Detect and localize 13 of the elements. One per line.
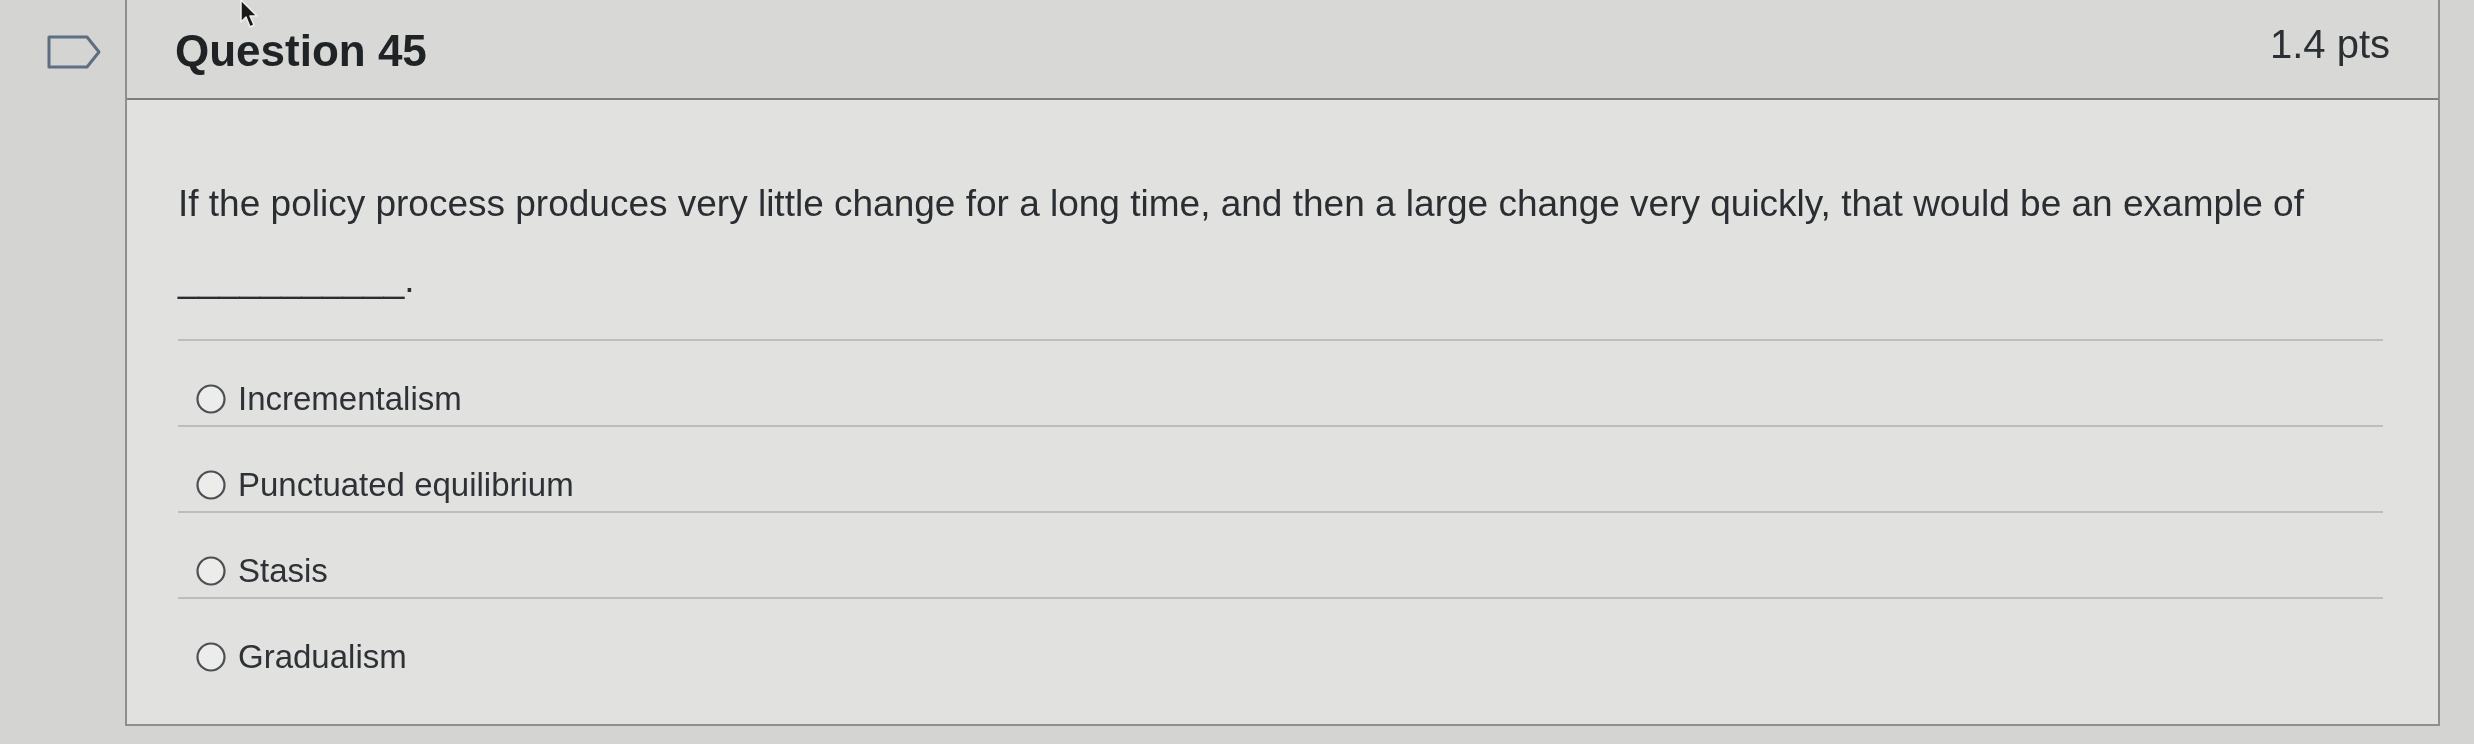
points-label: 1.4 pts	[2269, 21, 2390, 67]
radio-button[interactable]	[196, 470, 226, 500]
radio-button[interactable]	[196, 556, 226, 586]
radio-button[interactable]	[196, 642, 226, 672]
question-text: If the policy process produces very little change for a long time, and then a large change very quickly, that would be an example of	[178, 182, 2304, 226]
option-label[interactable]: Punctuated equilibrium	[238, 467, 574, 503]
option-label[interactable]: Gradualism	[238, 639, 407, 675]
question-title: Question 45	[175, 26, 427, 76]
fill-in-line: ___________.	[178, 258, 415, 302]
option-label[interactable]: Stasis	[238, 553, 328, 589]
option-label[interactable]: Incrementalism	[238, 381, 462, 417]
radio-button[interactable]	[196, 384, 226, 414]
tag-icon[interactable]	[47, 35, 101, 69]
